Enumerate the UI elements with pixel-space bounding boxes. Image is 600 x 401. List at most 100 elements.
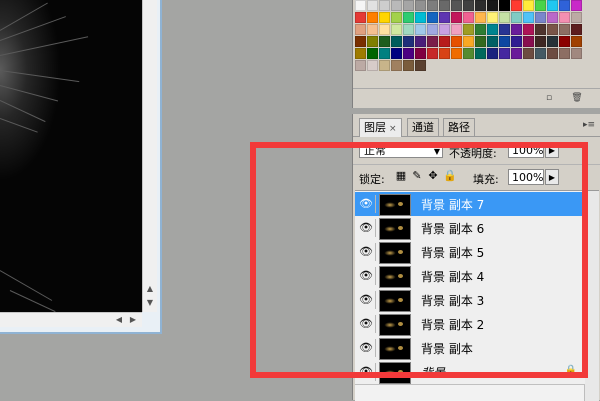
swatch[interactable] xyxy=(391,36,402,47)
swatch[interactable] xyxy=(499,48,510,59)
swatch[interactable] xyxy=(511,48,522,59)
swatch[interactable] xyxy=(427,36,438,47)
swatch[interactable] xyxy=(547,24,558,35)
swatch[interactable] xyxy=(511,0,522,11)
swatch[interactable] xyxy=(487,36,498,47)
swatch[interactable] xyxy=(367,36,378,47)
swatch[interactable] xyxy=(523,36,534,47)
swatch[interactable] xyxy=(523,24,534,35)
swatch[interactable] xyxy=(367,24,378,35)
swatch[interactable] xyxy=(523,0,534,11)
swatch[interactable] xyxy=(499,36,510,47)
swatch[interactable] xyxy=(367,0,378,11)
swatch[interactable] xyxy=(451,0,462,11)
swatch[interactable] xyxy=(451,12,462,23)
swatch[interactable] xyxy=(391,48,402,59)
swatch[interactable] xyxy=(571,0,582,11)
swatch[interactable] xyxy=(487,12,498,23)
swatch[interactable] xyxy=(391,24,402,35)
swatch[interactable] xyxy=(487,0,498,11)
swatch[interactable] xyxy=(403,48,414,59)
swatch[interactable] xyxy=(439,12,450,23)
swatch[interactable] xyxy=(463,12,474,23)
swatch[interactable] xyxy=(571,24,582,35)
panel-menu-icon[interactable]: ▸≡ xyxy=(583,120,595,130)
swatch[interactable] xyxy=(571,12,582,23)
swatch[interactable] xyxy=(463,48,474,59)
swatch[interactable] xyxy=(355,24,366,35)
swatch[interactable] xyxy=(535,24,546,35)
swatch[interactable] xyxy=(391,12,402,23)
swatch[interactable] xyxy=(559,36,570,47)
swatch[interactable] xyxy=(379,0,390,11)
swatch[interactable] xyxy=(403,12,414,23)
swatch[interactable] xyxy=(475,36,486,47)
new-swatch-icon[interactable]: ▫ xyxy=(543,92,555,104)
swatch[interactable] xyxy=(463,0,474,11)
swatch[interactable] xyxy=(379,36,390,47)
swatch[interactable] xyxy=(379,12,390,23)
swatch[interactable] xyxy=(535,0,546,11)
scroll-down-icon[interactable]: ▼ xyxy=(143,296,157,310)
tab-layers[interactable]: 图层 × xyxy=(359,118,402,137)
swatch[interactable] xyxy=(475,0,486,11)
swatch[interactable] xyxy=(439,48,450,59)
swatch[interactable] xyxy=(499,12,510,23)
swatch[interactable] xyxy=(427,12,438,23)
swatch[interactable] xyxy=(511,12,522,23)
image-canvas[interactable] xyxy=(0,0,142,312)
swatch[interactable] xyxy=(427,48,438,59)
swatch[interactable] xyxy=(487,24,498,35)
swatch[interactable] xyxy=(559,0,570,11)
swatch[interactable] xyxy=(475,12,486,23)
swatch[interactable] xyxy=(499,24,510,35)
swatch[interactable] xyxy=(571,48,582,59)
swatch[interactable] xyxy=(379,60,390,71)
swatch[interactable] xyxy=(547,36,558,47)
scroll-up-icon[interactable]: ▲ xyxy=(143,282,157,296)
swatch[interactable] xyxy=(403,24,414,35)
swatch[interactable] xyxy=(535,48,546,59)
swatch[interactable] xyxy=(547,0,558,11)
swatch[interactable] xyxy=(547,12,558,23)
swatch[interactable] xyxy=(403,60,414,71)
tab-channels[interactable]: 通道 xyxy=(407,118,439,136)
swatch[interactable] xyxy=(367,60,378,71)
swatch[interactable] xyxy=(487,48,498,59)
swatch[interactable] xyxy=(391,60,402,71)
swatch[interactable] xyxy=(475,24,486,35)
tab-paths[interactable]: 路径 xyxy=(443,118,475,136)
swatch[interactable] xyxy=(559,12,570,23)
swatch[interactable] xyxy=(415,12,426,23)
swatch[interactable] xyxy=(355,60,366,71)
swatch[interactable] xyxy=(415,60,426,71)
swatch[interactable] xyxy=(451,48,462,59)
swatch[interactable] xyxy=(475,48,486,59)
vertical-scrollbar[interactable]: ▲ ▼ xyxy=(142,0,157,312)
swatch[interactable] xyxy=(355,0,366,11)
swatch[interactable] xyxy=(463,36,474,47)
scroll-left-icon[interactable]: ◀ xyxy=(112,313,126,327)
swatch[interactable] xyxy=(559,24,570,35)
swatch[interactable] xyxy=(355,12,366,23)
close-icon[interactable]: × xyxy=(389,124,397,134)
swatch[interactable] xyxy=(523,12,534,23)
swatch[interactable] xyxy=(463,24,474,35)
swatch[interactable] xyxy=(355,36,366,47)
swatch[interactable] xyxy=(415,36,426,47)
swatch[interactable] xyxy=(535,12,546,23)
swatch[interactable] xyxy=(535,36,546,47)
swatch[interactable] xyxy=(439,0,450,11)
swatch[interactable] xyxy=(391,0,402,11)
swatch[interactable] xyxy=(511,36,522,47)
swatch[interactable] xyxy=(367,12,378,23)
swatch[interactable] xyxy=(355,48,366,59)
swatch[interactable] xyxy=(547,48,558,59)
swatch[interactable] xyxy=(367,48,378,59)
swatch[interactable] xyxy=(379,48,390,59)
swatch[interactable] xyxy=(427,24,438,35)
scroll-right-icon[interactable]: ▶ xyxy=(126,313,140,327)
swatch[interactable] xyxy=(559,48,570,59)
swatch[interactable] xyxy=(439,36,450,47)
swatch[interactable] xyxy=(415,24,426,35)
